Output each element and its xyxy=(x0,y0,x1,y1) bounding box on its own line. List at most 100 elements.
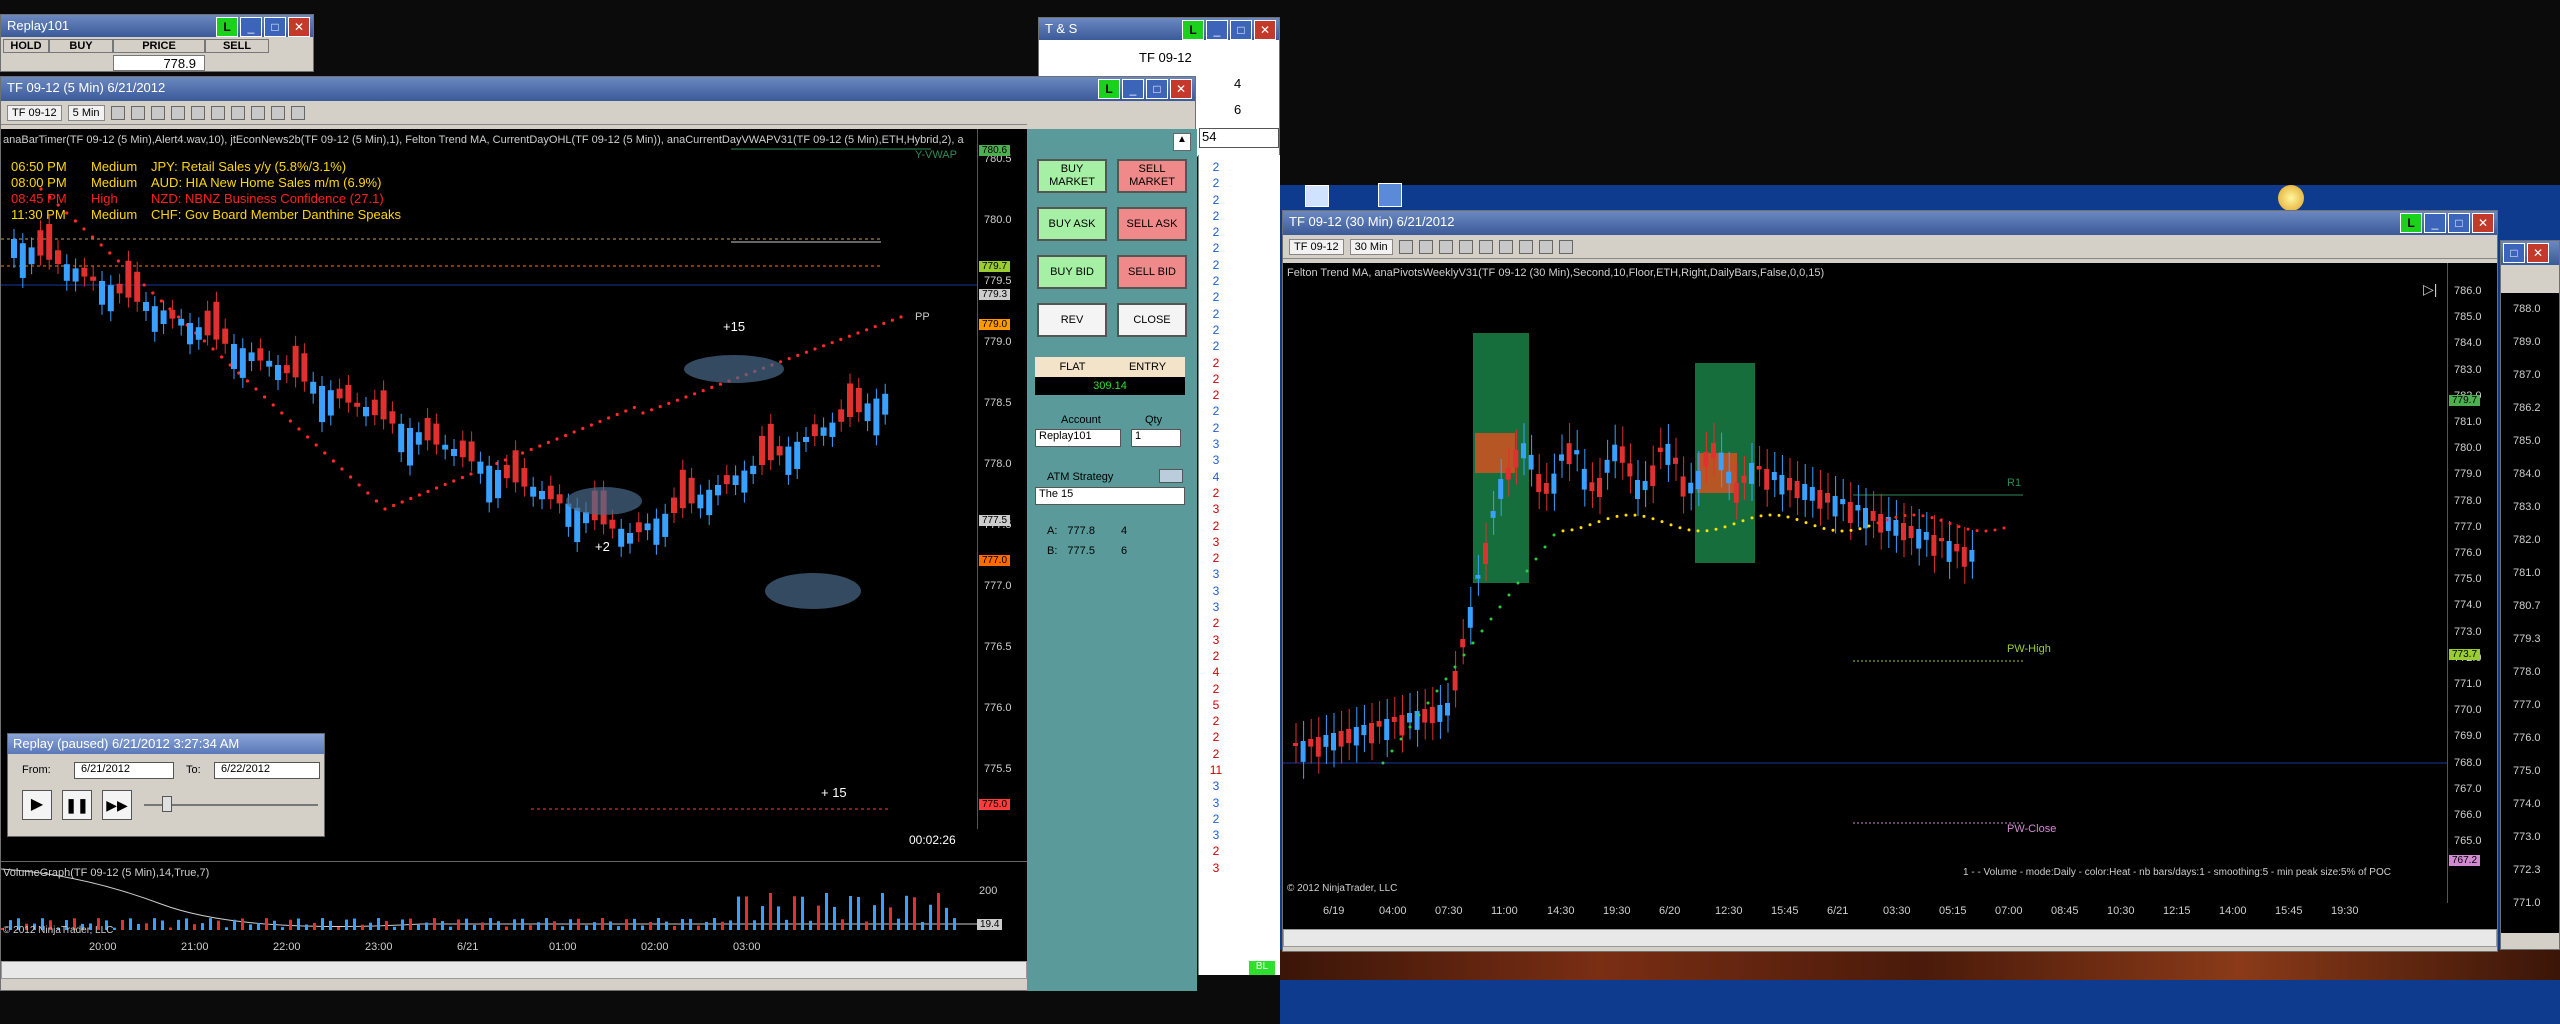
candle-body xyxy=(433,423,440,445)
volume-bar xyxy=(617,926,620,930)
instrument-selector[interactable]: TF 09-12 xyxy=(7,104,62,121)
interval-selector[interactable]: 5 Min xyxy=(67,104,105,121)
zoom-icon[interactable] xyxy=(1478,239,1493,254)
buy-market-button[interactable]: BUY MARKET xyxy=(1037,159,1107,193)
play-icon[interactable]: ▶ xyxy=(22,790,52,820)
strategies-icon[interactable] xyxy=(250,105,265,120)
account-select[interactable]: Replay101 xyxy=(1035,429,1121,447)
atm-strategy-select[interactable]: The 15 xyxy=(1035,487,1185,505)
properties-icon[interactable] xyxy=(210,105,225,120)
volume-bar xyxy=(377,918,380,930)
price-chart-30min[interactable] xyxy=(1283,263,2497,929)
price-axis-30min[interactable]: 786.0785.0784.0783.0782.0781.0780.0779.0… xyxy=(2447,263,2497,903)
pencil-icon[interactable] xyxy=(1418,239,1433,254)
instrument-selector[interactable]: TF 09-12 xyxy=(1289,238,1344,255)
collapse-arrow-icon[interactable]: ▲ xyxy=(1173,133,1191,151)
crosshair-icon[interactable] xyxy=(170,105,185,120)
bar-type-icon[interactable] xyxy=(1398,239,1413,254)
price-axis-5min[interactable]: 780.5780.0779.5779.0778.5778.0777.5777.0… xyxy=(977,129,1027,829)
volume-bar xyxy=(657,918,660,930)
link-button[interactable]: L xyxy=(1098,79,1120,99)
indicators-icon[interactable] xyxy=(1518,239,1533,254)
maximize-button[interactable]: □ xyxy=(264,17,286,37)
sell-bid-button[interactable]: SELL BID xyxy=(1117,255,1187,289)
volume-bar xyxy=(689,918,692,930)
close-button[interactable]: ✕ xyxy=(2527,243,2549,263)
candle-body xyxy=(1551,473,1557,494)
minimize-button[interactable]: _ xyxy=(1122,79,1144,99)
data-box-icon[interactable] xyxy=(290,105,305,120)
trend-ma-dot xyxy=(1876,521,1880,525)
candle-body xyxy=(1452,671,1458,691)
drawing-tool-icon[interactable] xyxy=(1438,239,1453,254)
trend-ma-dot xyxy=(1651,517,1655,521)
candle-body xyxy=(1619,446,1625,463)
ts-instrument[interactable]: TF 09-12 xyxy=(1139,50,1192,65)
sell-ask-button[interactable]: SELL ASK xyxy=(1117,207,1187,241)
link-button[interactable]: L xyxy=(1182,20,1204,40)
interval-selector[interactable]: 30 Min xyxy=(1349,238,1393,255)
candle-body xyxy=(283,365,290,374)
partial-chart-area[interactable]: 788.0 789.0 787.0 786.2 785.0 784.0 783.0 782.0… xyxy=(2501,293,2559,933)
properties-icon[interactable] xyxy=(1498,239,1513,254)
maximize-button[interactable]: □ xyxy=(1146,79,1168,99)
close-button[interactable]: ✕ xyxy=(1254,20,1276,40)
qty-stepper[interactable]: 1 xyxy=(1131,429,1181,447)
volume-bar xyxy=(489,918,492,930)
horizontal-scrollbar[interactable] xyxy=(1283,929,2497,947)
indicators-icon[interactable] xyxy=(230,105,245,120)
y-tick-label: 789.0 xyxy=(2513,336,2541,348)
candle-body xyxy=(723,475,730,485)
candle-body xyxy=(1483,543,1488,564)
minimize-button[interactable]: _ xyxy=(1206,20,1228,40)
sell-market-button[interactable]: SELL MARKET xyxy=(1117,159,1187,193)
candle-body xyxy=(1779,475,1785,495)
pause-icon[interactable]: ❚❚ xyxy=(62,790,92,820)
drawing-tool-icon[interactable] xyxy=(150,105,165,120)
ts-qty-input[interactable]: 54 xyxy=(1199,128,1279,148)
chart-trader-icon[interactable] xyxy=(270,105,285,120)
chart-30min-area[interactable]: Felton Trend MA, anaPivotsWeeklyV31(TF 0… xyxy=(1283,263,2497,929)
buy-ask-button[interactable]: BUY ASK xyxy=(1037,207,1107,241)
minimize-button[interactable]: _ xyxy=(240,17,262,37)
bar-type-icon[interactable] xyxy=(110,105,125,120)
replay-speed-slider[interactable] xyxy=(162,796,172,812)
from-date-picker[interactable]: 6/21/2012 xyxy=(74,762,174,779)
buy-bid-button[interactable]: BUY BID xyxy=(1037,255,1107,289)
reverse-button[interactable]: REV xyxy=(1037,303,1107,337)
minimize-button[interactable]: _ xyxy=(2424,213,2446,233)
strategies-icon[interactable] xyxy=(1538,239,1553,254)
candle-body xyxy=(55,250,61,264)
crosshair-icon[interactable] xyxy=(1458,239,1473,254)
y-tick-label: 766.0 xyxy=(2454,809,2482,821)
maximize-button[interactable]: □ xyxy=(2503,243,2525,263)
candle-body xyxy=(380,390,387,420)
candle-body xyxy=(1391,717,1397,722)
close-button[interactable]: ✕ xyxy=(1170,79,1192,99)
zoom-icon[interactable] xyxy=(190,105,205,120)
to-date-picker[interactable]: 6/22/2012 xyxy=(214,762,320,779)
link-button[interactable]: L xyxy=(216,17,238,37)
dom-ladder[interactable]: 2 2 2 2 2 2 2 2 2 2 2 2 2 2 2 2 2 3 3 4 2 3 2 3 2 3 3 3 2 3 2 4 2 5 2 2 2 11 3… xyxy=(1198,155,1280,975)
maximize-button[interactable]: □ xyxy=(1230,20,1252,40)
candle-body xyxy=(732,475,739,486)
close-position-button[interactable]: CLOSE xyxy=(1117,303,1187,337)
data-box-icon[interactable] xyxy=(1558,239,1573,254)
close-button[interactable]: ✕ xyxy=(2472,213,2494,233)
close-button[interactable]: ✕ xyxy=(288,17,310,37)
dom-volume-cell: 2 xyxy=(1212,746,1220,761)
document-icon[interactable] xyxy=(1378,183,1402,207)
clock-icon[interactable] xyxy=(2278,185,2304,211)
trend-ma-dot xyxy=(675,398,680,402)
atm-settings-button[interactable] xyxy=(1159,469,1183,483)
candle-body xyxy=(776,446,783,456)
horizontal-scrollbar[interactable] xyxy=(1,961,1027,979)
fast-forward-icon[interactable]: ▶▶ xyxy=(102,790,132,820)
trend-ma-dot xyxy=(392,503,396,508)
recycle-bin-icon[interactable] xyxy=(1305,185,1329,207)
pencil-icon[interactable] xyxy=(130,105,145,120)
link-button[interactable]: L xyxy=(2400,213,2422,233)
play-marker-icon[interactable]: ▷| xyxy=(2423,281,2437,298)
maximize-button[interactable]: □ xyxy=(2448,213,2470,233)
candle-body xyxy=(1787,478,1792,491)
